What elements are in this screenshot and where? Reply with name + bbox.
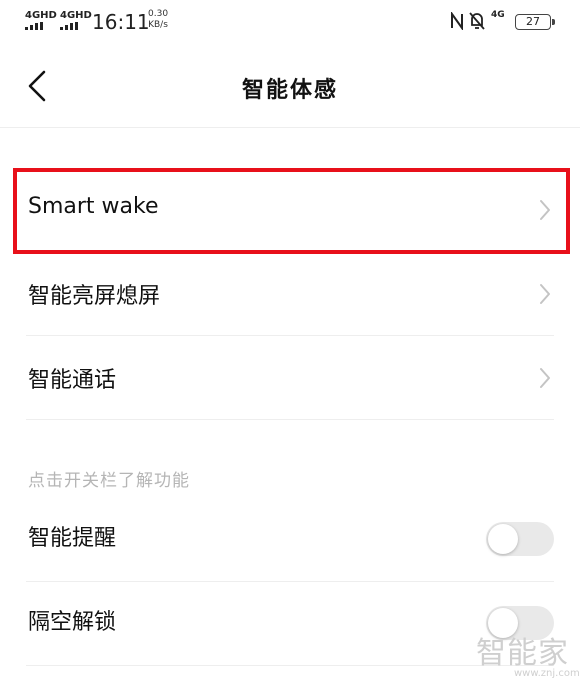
mute-icon — [469, 12, 485, 30]
watermark-logo: 智能家 — [476, 636, 569, 671]
chevron-right-icon — [540, 200, 550, 220]
list-item-smart-screen[interactable]: 智能亮屏熄屏 — [26, 252, 554, 336]
battery-icon: 27 — [515, 14, 555, 30]
toggle-label: 隔空解锁 — [28, 610, 117, 635]
chevron-right-icon — [540, 284, 550, 304]
toggle-row-smart-reminder: 智能提醒 — [26, 496, 554, 582]
toggle-row-air-unlock: 隔空解锁 — [26, 580, 554, 666]
network-speed: 0.30 KB/s — [148, 9, 168, 31]
smart-reminder-toggle[interactable] — [486, 522, 554, 556]
list-item-smart-call[interactable]: 智能通话 — [26, 336, 554, 420]
list-item-label: Smart wake — [28, 194, 159, 219]
list-item-smart-wake[interactable]: Smart wake — [26, 168, 554, 252]
watermark-url: www.znj.com — [514, 668, 580, 679]
network-speed-value: 0.30 — [148, 9, 169, 19]
signal-icon — [60, 22, 84, 30]
list-item-label: 智能亮屏熄屏 — [28, 284, 161, 309]
signal-1: 4GHD — [25, 10, 57, 30]
page-title: 智能体感 — [241, 78, 338, 103]
network-speed-unit: KB/s — [148, 20, 168, 30]
app-header: 智能体感 — [0, 44, 580, 128]
signal-3-label: 4G — [491, 10, 505, 20]
clock: 16:11 — [92, 10, 150, 34]
nfc-icon — [451, 12, 463, 30]
signal-2: 4GHD — [60, 10, 92, 30]
signal-2-label: 4GHD — [60, 10, 92, 21]
signal-1-label: 4GHD — [25, 10, 57, 21]
toggle-label: 智能提醒 — [28, 526, 117, 551]
signal-icon — [25, 22, 49, 30]
chevron-right-icon — [540, 368, 550, 388]
list-item-label: 智能通话 — [28, 368, 117, 393]
status-bar: 4GHD 4GHD 16:11 0.30 KB/s 4G 27 — [0, 0, 580, 44]
toggle-knob — [488, 524, 518, 554]
section-header: 点击开关栏了解功能 — [28, 471, 190, 491]
